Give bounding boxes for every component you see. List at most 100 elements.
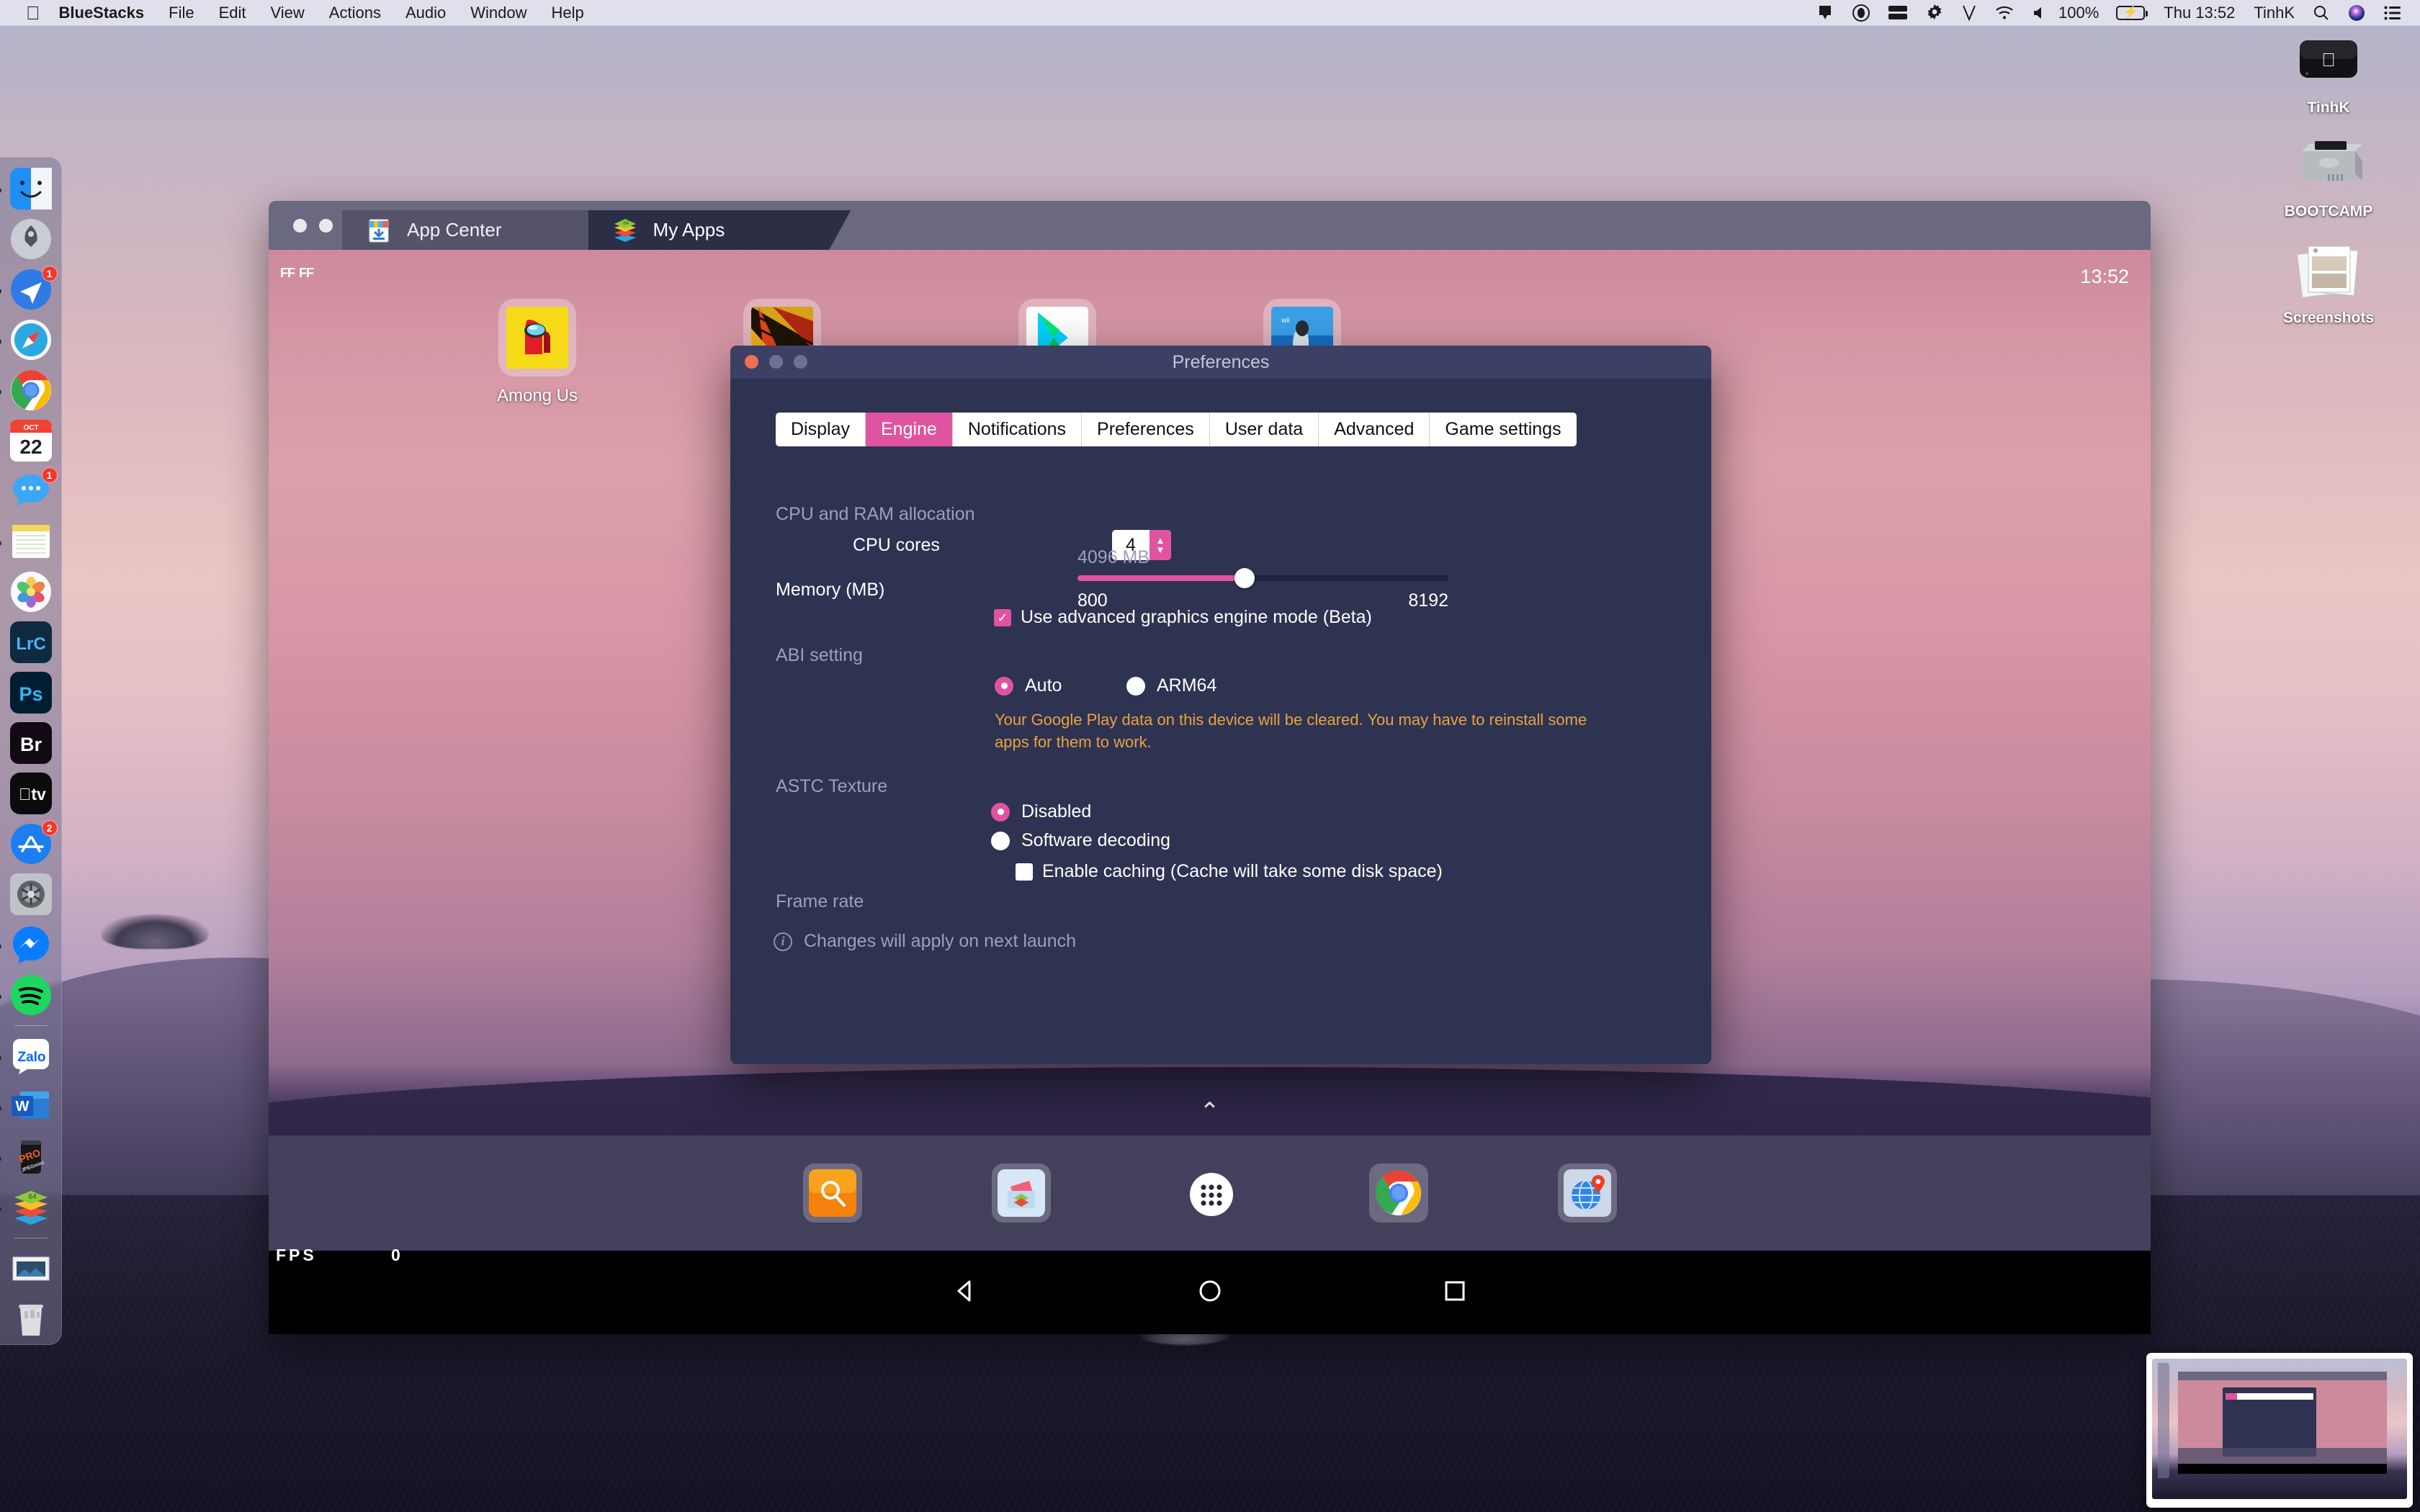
- dock-item-lightroom-classic[interactable]: LrC: [9, 621, 53, 663]
- menu-bar-status-items: 100% ⚡ Thu 13:52 TinhK: [1798, 4, 2420, 22]
- svg-text:64: 64: [623, 221, 629, 226]
- dock-item-bluestacks[interactable]: 64: [0, 1187, 53, 1228]
- memory-slider[interactable]: 4096 MB 800 8192: [1077, 547, 1448, 611]
- android-dock-chrome[interactable]: [1368, 1164, 1428, 1223]
- preferences-traffic-lights[interactable]: [745, 355, 807, 369]
- tab-my-apps[interactable]: 64 My Apps: [588, 210, 851, 250]
- menu-item-window[interactable]: Window: [470, 4, 526, 22]
- memory-slider-thumb[interactable]: [1234, 568, 1255, 588]
- dock-item-notes[interactable]: [0, 521, 53, 562]
- android-dock-search[interactable]: [802, 1164, 862, 1223]
- dock-item-spark-mail[interactable]: 1: [0, 266, 58, 310]
- clock-label[interactable]: Thu 13:52: [2164, 4, 2235, 22]
- volume-icon[interactable]: [2033, 6, 2045, 20]
- menu-item-help[interactable]: Help: [551, 4, 583, 22]
- android-dock-browser[interactable]: [1557, 1164, 1617, 1223]
- menu-item-actions[interactable]: Actions: [329, 4, 381, 22]
- dock-item-safari[interactable]: [0, 319, 53, 361]
- dock-item-apple-tv[interactable]: tv: [9, 773, 53, 814]
- drive-icon[interactable]: [1888, 5, 1907, 20]
- menu-item-audio[interactable]: Audio: [405, 4, 446, 22]
- fps-label: FPS: [276, 1246, 317, 1264]
- astc-option-disabled[interactable]: Disabled: [991, 801, 1091, 822]
- control-center-icon[interactable]: [2384, 6, 2401, 20]
- dock-item-photoshop[interactable]: Ps: [9, 672, 53, 714]
- svg-text:wii: wii: [1281, 317, 1290, 325]
- dock-item-finder[interactable]: [0, 168, 53, 210]
- advanced-graphics-label: Use advanced graphics engine mode (Beta): [1021, 607, 1372, 627]
- tab-preferences[interactable]: Preferences: [1082, 413, 1210, 446]
- dock-item-launchpad[interactable]: [9, 218, 53, 260]
- maximize-button[interactable]: [794, 355, 807, 369]
- gear-icon[interactable]: [1926, 4, 1943, 22]
- dock-item-trash[interactable]: [9, 1298, 53, 1340]
- astc-caching-checkbox-row[interactable]: Enable caching (Cache will take some dis…: [1016, 861, 1443, 882]
- radio-astc-software[interactable]: [991, 831, 1010, 850]
- tab-notifications[interactable]: Notifications: [953, 413, 1083, 446]
- abi-option-auto[interactable]: Auto: [995, 675, 1062, 696]
- dock-item-chrome[interactable]: [0, 369, 53, 411]
- radio-auto[interactable]: [995, 676, 1013, 696]
- airplay-icon[interactable]: [1816, 5, 1834, 21]
- search-icon[interactable]: [2313, 5, 2329, 21]
- menu-item-file[interactable]: File: [169, 4, 194, 22]
- v-app-icon[interactable]: [1962, 4, 1976, 22]
- android-dock-media-manager[interactable]: [991, 1164, 1051, 1223]
- user-label[interactable]: TinhK: [2254, 4, 2295, 22]
- advanced-graphics-checkbox[interactable]: ✓: [994, 608, 1011, 626]
- tab-user-data[interactable]: User data: [1210, 413, 1319, 446]
- advanced-graphics-checkbox-row[interactable]: ✓ Use advanced graphics engine mode (Bet…: [994, 607, 1372, 628]
- dock-item-system-preferences[interactable]: [9, 873, 53, 915]
- background-rock-left: [101, 914, 209, 949]
- tab-advanced[interactable]: Advanced: [1319, 413, 1430, 446]
- desktop-icon-bootcamp[interactable]: BOOTCAMP: [2253, 131, 2404, 220]
- battery-icon[interactable]: ⚡: [2112, 5, 2148, 20]
- tab-display[interactable]: Display: [776, 413, 866, 446]
- astc-caching-checkbox[interactable]: [1016, 863, 1033, 881]
- running-indicator: [0, 289, 1, 294]
- dock-item-app-store[interactable]: 2: [9, 820, 58, 865]
- desktop-icon-tinhk[interactable]:  TinhK: [2253, 32, 2404, 117]
- abi-option-arm64[interactable]: ARM64: [1126, 675, 1216, 696]
- astc-option-software-decoding[interactable]: Software decoding: [991, 830, 1170, 851]
- radio-arm64[interactable]: [1126, 676, 1145, 696]
- preview-selected-tab: [2226, 1393, 2237, 1400]
- dock-item-jpegmini-pro[interactable]: PRO JPEGmini: [0, 1136, 53, 1178]
- dock-item-spotify[interactable]: [0, 974, 53, 1016]
- dock-item-calendar[interactable]: OCT 22: [9, 420, 53, 462]
- dock-item-bridge[interactable]: Br: [9, 722, 53, 764]
- android-dock-app-drawer[interactable]: [1180, 1164, 1240, 1223]
- close-button[interactable]: [293, 219, 307, 233]
- tab-app-center[interactable]: App Center: [342, 210, 610, 250]
- recents-button[interactable]: [1440, 1277, 1469, 1309]
- siri-icon[interactable]: [2348, 4, 2365, 22]
- minimize-button[interactable]: [769, 355, 783, 369]
- tab-game-settings[interactable]: Game settings: [1430, 413, 1576, 446]
- screenshot-preview-thumbnail[interactable]: [2146, 1353, 2413, 1508]
- radio-astc-disabled[interactable]: [991, 802, 1010, 822]
- menu-item-bluestacks[interactable]: BlueStacks: [59, 4, 145, 22]
- dock-item-word[interactable]: W: [0, 1086, 53, 1128]
- menu-item-edit[interactable]: Edit: [219, 4, 246, 22]
- menu-item-view[interactable]: View: [271, 4, 305, 22]
- dropbox-icon[interactable]: [1852, 4, 1870, 22]
- tab-engine[interactable]: Engine: [865, 413, 953, 446]
- app-tile-among-us[interactable]: Among Us: [469, 299, 606, 406]
- apple-menu-icon[interactable]: : [26, 4, 40, 22]
- wifi-icon[interactable]: [1995, 6, 2014, 20]
- desktop-icon-screenshots[interactable]: Screenshots: [2253, 238, 2404, 327]
- home-button[interactable]: [1196, 1277, 1224, 1309]
- chrome-icon: [1375, 1169, 1422, 1217]
- back-button[interactable]: [951, 1277, 980, 1309]
- running-indicator: [0, 944, 1, 949]
- dock-item-zalo[interactable]: Zalo: [0, 1035, 53, 1077]
- memory-slider-track[interactable]: [1077, 568, 1448, 588]
- dock-item-messages[interactable]: 1: [9, 467, 58, 512]
- dock-item-messenger[interactable]: [0, 924, 53, 966]
- android-dock: [269, 1135, 2151, 1251]
- expand-toolbar-chevron-icon[interactable]: ⌃: [1199, 1099, 1220, 1124]
- dock-item-screenshots-folder[interactable]: [9, 1248, 53, 1290]
- minimize-button[interactable]: [319, 219, 333, 233]
- dock-item-photos[interactable]: [9, 571, 53, 613]
- close-button[interactable]: [745, 355, 758, 369]
